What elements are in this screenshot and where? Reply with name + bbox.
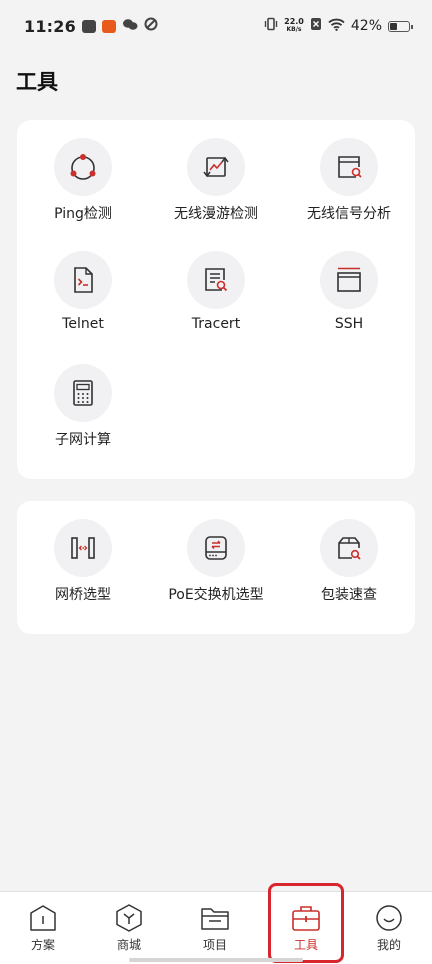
sim-off-icon [310,17,322,35]
nav-tab-solutions[interactable]: 方案 [0,892,86,964]
nav-tab-tools[interactable]: 工具 [263,892,349,964]
battery-text: 42% [350,18,382,34]
nav-tab-mall[interactable]: 商城 [86,892,172,964]
wechat-notification-icon [122,17,138,35]
toolbox-icon [291,904,321,932]
nav-label: 方案 [30,938,55,952]
tool-label: 无线信号分析 [307,206,391,222]
bridge-icon [54,519,112,577]
tool-ping[interactable]: Ping检测 [17,138,149,223]
network-speed-unit: KB/s [286,26,302,33]
home-indicator[interactable] [129,958,303,962]
cube-icon [114,904,144,932]
status-left: 11:26 [24,17,158,36]
network-speed-value: 22.0 [284,17,304,26]
tool-label: Tracert [191,316,241,332]
tool-package-lookup[interactable]: 包装速查 [283,519,415,604]
folder-icon [200,904,230,932]
wifi-icon [328,17,345,35]
signal-analysis-icon [320,138,378,196]
tool-bridge-selection[interactable]: 网桥选型 [17,519,149,604]
link-notification-icon [144,17,158,35]
tool-label: 网桥选型 [55,587,111,603]
package-search-icon [320,519,378,577]
tracert-icon [187,251,245,309]
nav-label: 我的 [376,938,401,952]
nav-label: 工具 [293,938,318,952]
tool-tracert[interactable]: Tracert [150,251,282,332]
tool-label: Ping检测 [54,206,112,222]
tool-label: SSH [334,316,364,332]
status-time: 11:26 [24,16,76,36]
status-bar: 11:26 22.0 KB/s 42% [0,0,432,52]
tool-label: 子网计算 [55,432,111,448]
switch-icon [187,519,245,577]
page-title: 工具 [16,70,58,94]
tool-wireless-roaming[interactable]: 无线漫游检测 [150,138,282,223]
nav-tab-profile[interactable]: 我的 [346,892,432,964]
tool-label: 无线漫游检测 [174,206,258,222]
app-notification-icon [101,19,116,33]
tools-card-primary: Ping检测 无线漫游检测 无线信号分析 Telnet Tracert SSH … [17,120,415,479]
tool-label: Telnet [62,316,104,332]
terminal-icon [54,251,112,309]
roaming-icon [187,138,245,196]
network-speed: 22.0 KB/s [284,18,304,34]
ping-icon [54,138,112,196]
tool-label: 包装速查 [321,587,377,603]
house-icon [28,904,58,932]
tool-wireless-signal[interactable]: 无线信号分析 [283,138,415,223]
tool-poe-switch-selection[interactable]: PoE交换机选型 [150,519,282,604]
nav-label: 商城 [116,938,141,952]
tool-telnet[interactable]: Telnet [17,251,149,332]
ssh-icon [320,251,378,309]
tools-card-secondary: 网桥选型 PoE交换机选型 包装速查 [17,501,415,634]
battery-icon [388,20,413,32]
status-right: 22.0 KB/s 42% [264,17,413,35]
tool-subnet-calc[interactable]: 子网计算 [17,364,149,449]
vibrate-icon [264,17,278,35]
tool-ssh[interactable]: SSH [283,251,415,332]
nav-tab-projects[interactable]: 项目 [172,892,258,964]
mail-notification-icon [81,19,96,33]
calculator-icon [54,364,112,422]
tool-label: PoE交换机选型 [168,587,264,603]
bottom-nav: 方案 商城 项目 工具 我的 [0,891,432,964]
nav-label: 项目 [202,938,227,952]
smile-icon [375,904,403,932]
